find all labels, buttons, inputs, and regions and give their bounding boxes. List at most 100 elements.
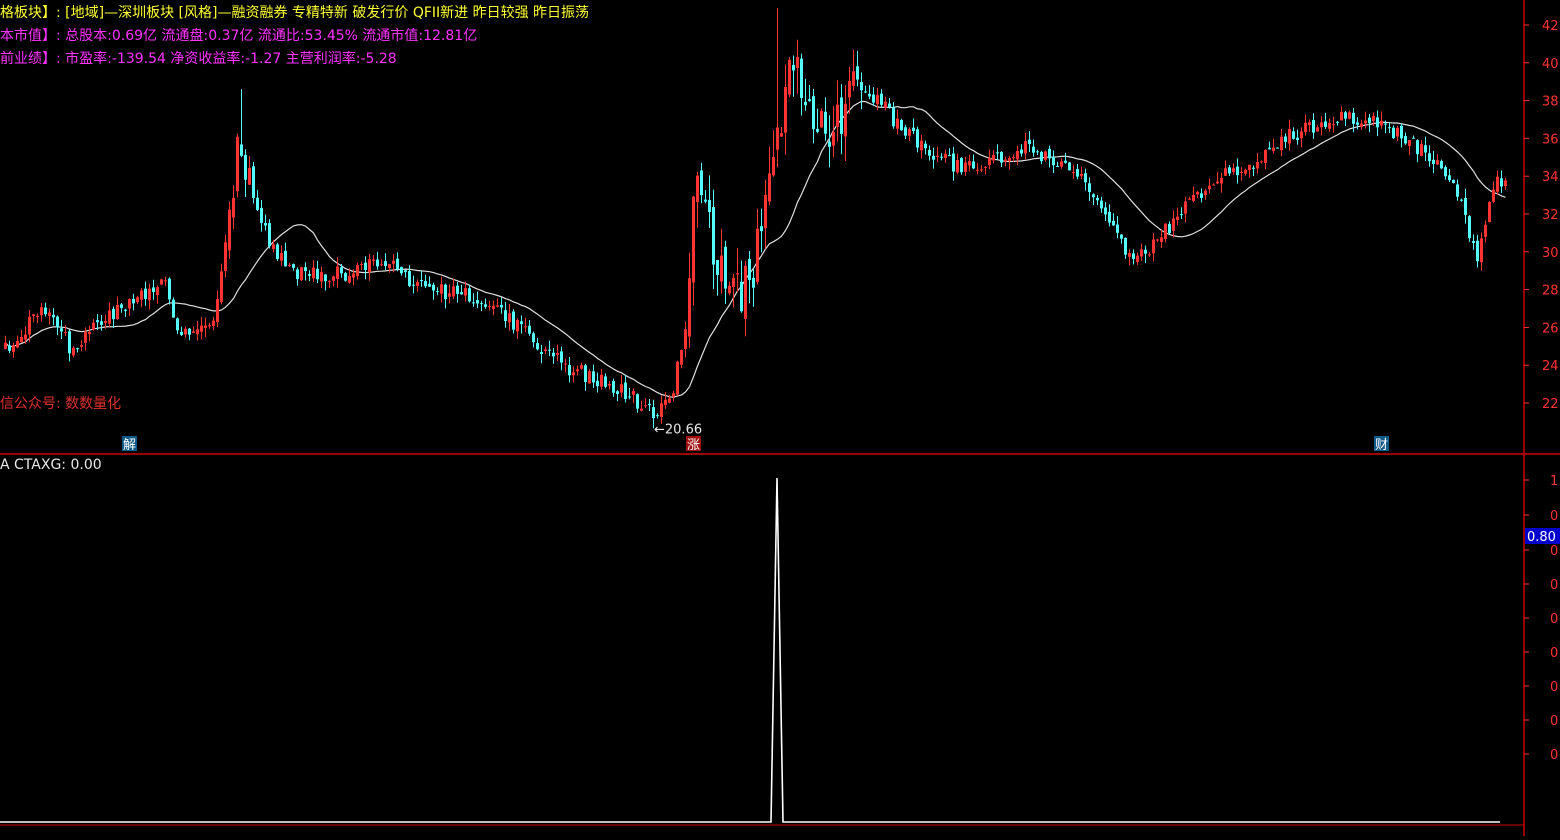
candle[interactable] — [208, 322, 211, 329]
candle[interactable] — [1364, 111, 1367, 129]
candle[interactable] — [508, 304, 511, 331]
candle[interactable] — [1128, 249, 1131, 266]
candle[interactable] — [1452, 179, 1455, 184]
candle[interactable] — [740, 260, 743, 313]
candle[interactable] — [224, 234, 227, 278]
candle[interactable] — [952, 146, 955, 181]
candle[interactable] — [360, 261, 363, 271]
candle[interactable] — [376, 251, 379, 270]
candle[interactable] — [1428, 145, 1431, 167]
candle[interactable] — [1064, 153, 1067, 164]
candle[interactable] — [756, 208, 759, 285]
candle[interactable] — [36, 313, 39, 324]
candle[interactable] — [664, 391, 667, 409]
candle[interactable] — [316, 260, 319, 284]
candle[interactable] — [1404, 132, 1407, 145]
candle[interactable] — [1048, 145, 1051, 168]
candle[interactable] — [836, 80, 839, 142]
candle[interactable] — [168, 277, 171, 305]
candle[interactable] — [1304, 114, 1307, 136]
candle[interactable] — [980, 165, 983, 172]
candle[interactable] — [500, 297, 503, 314]
candle[interactable] — [480, 300, 483, 312]
candle[interactable] — [256, 189, 259, 211]
candle[interactable] — [656, 413, 659, 419]
candle[interactable] — [1296, 129, 1299, 145]
candle[interactable] — [752, 268, 755, 307]
candle[interactable] — [1084, 168, 1087, 191]
candle[interactable] — [416, 279, 419, 292]
candle[interactable] — [1264, 149, 1267, 170]
candle[interactable] — [1320, 116, 1323, 136]
candle[interactable] — [720, 228, 723, 294]
candlestick-series[interactable] — [4, 7, 1507, 429]
candle[interactable] — [328, 280, 331, 289]
candle[interactable] — [216, 290, 219, 327]
candle[interactable] — [92, 319, 95, 331]
candle[interactable] — [448, 284, 451, 304]
candle[interactable] — [1484, 220, 1487, 243]
candle[interactable] — [1060, 158, 1063, 169]
candle[interactable] — [1108, 204, 1111, 227]
candle[interactable] — [580, 362, 583, 370]
candle[interactable] — [816, 108, 819, 134]
candle[interactable] — [972, 154, 975, 170]
candle[interactable] — [1076, 164, 1079, 180]
candle[interactable] — [32, 313, 35, 323]
candle[interactable] — [212, 316, 215, 331]
candle[interactable] — [1136, 252, 1139, 265]
candle[interactable] — [1008, 155, 1011, 170]
candle[interactable] — [788, 57, 791, 98]
candle[interactable] — [100, 315, 103, 331]
event-badge[interactable]: 涨 — [686, 436, 701, 453]
candle[interactable] — [408, 265, 411, 288]
candle[interactable] — [56, 315, 59, 336]
candle[interactable] — [456, 282, 459, 303]
candle[interactable] — [744, 260, 747, 337]
candle[interactable] — [80, 340, 83, 352]
candle[interactable] — [136, 295, 139, 304]
candle[interactable] — [312, 260, 315, 282]
candle[interactable] — [1456, 179, 1459, 201]
candle[interactable] — [496, 298, 499, 308]
candle[interactable] — [896, 109, 899, 135]
candle[interactable] — [880, 89, 883, 108]
candle[interactable] — [576, 365, 579, 376]
candle[interactable] — [144, 281, 147, 306]
candle[interactable] — [1036, 149, 1039, 155]
candle[interactable] — [1032, 139, 1035, 157]
candle[interactable] — [1276, 147, 1279, 149]
candle[interactable] — [488, 300, 491, 311]
candle[interactable] — [680, 349, 683, 369]
candle[interactable] — [724, 240, 727, 304]
candle[interactable] — [60, 319, 63, 339]
candle[interactable] — [804, 78, 807, 111]
candle[interactable] — [1168, 221, 1171, 235]
candle[interactable] — [624, 375, 627, 403]
candle[interactable] — [996, 144, 999, 160]
candle[interactable] — [864, 85, 867, 94]
candle[interactable] — [956, 153, 959, 175]
candle[interactable] — [820, 108, 823, 128]
candle[interactable] — [1228, 164, 1231, 176]
candle[interactable] — [180, 326, 183, 337]
candle[interactable] — [700, 162, 703, 204]
candle[interactable] — [64, 324, 67, 337]
candle[interactable] — [368, 253, 371, 281]
candle[interactable] — [600, 369, 603, 390]
candle[interactable] — [504, 301, 507, 328]
candle[interactable] — [196, 321, 199, 341]
candle[interactable] — [1156, 238, 1159, 243]
candle[interactable] — [1052, 150, 1055, 174]
candle[interactable] — [1328, 118, 1331, 132]
candle[interactable] — [728, 281, 731, 296]
candle[interactable] — [48, 308, 51, 325]
candle[interactable] — [236, 133, 239, 198]
candle[interactable] — [612, 378, 615, 397]
candle[interactable] — [800, 53, 803, 116]
candle[interactable] — [1460, 198, 1463, 202]
candle[interactable] — [644, 398, 647, 409]
candle[interactable] — [1480, 232, 1483, 271]
candle[interactable] — [160, 278, 163, 286]
candle[interactable] — [492, 300, 495, 316]
